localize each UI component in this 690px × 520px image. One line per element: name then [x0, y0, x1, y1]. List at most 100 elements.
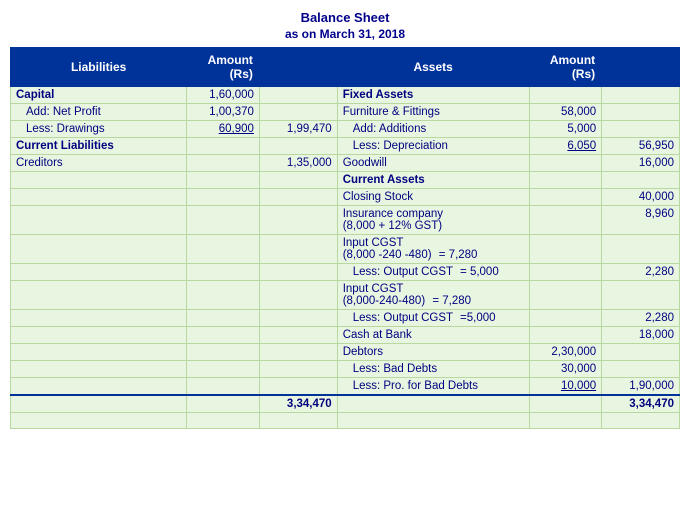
- liab-blank-15: [11, 235, 187, 264]
- debtors-value: 2,30,000: [529, 344, 602, 361]
- liab-grand-total: 3,34,470: [259, 395, 337, 413]
- table-row: Less: Output CGST = 5,000 2,280: [11, 264, 680, 281]
- asset-blank-1: [529, 87, 602, 104]
- input-cgst-eq2: = 7,280: [432, 295, 471, 307]
- asset-blank-11: [602, 235, 680, 264]
- furniture-value: 58,000: [529, 104, 602, 121]
- liab-blank-13: [187, 206, 260, 235]
- page-subtitle: as on March 31, 2018: [10, 27, 680, 41]
- asset-blank-12: [529, 264, 602, 281]
- input-cgst-total1: 2,280: [602, 264, 680, 281]
- empty-row: [11, 413, 680, 429]
- asset-blank-6: [529, 172, 602, 189]
- liab-blank-34: [187, 361, 260, 378]
- liab-blank-38: [259, 378, 337, 396]
- header-liabilities: Liabilities: [11, 48, 187, 87]
- asset-blank-3: [602, 104, 680, 121]
- liab-blank-10: [187, 189, 260, 206]
- table-row: Less: Pro. for Bad Debts 10,000 1,90,000: [11, 378, 680, 396]
- liab-blank-6: [11, 172, 187, 189]
- table-row: Insurance company (8,000 + 12% GST) 8,96…: [11, 206, 680, 235]
- input-cgst-eq1: = 7,280: [439, 249, 478, 261]
- capital-label: Capital: [11, 87, 187, 104]
- header-total-liab: [259, 48, 337, 87]
- table-row: Closing Stock 40,000: [11, 189, 680, 206]
- capital-value: 1,60,000: [187, 87, 260, 104]
- depreciation-value: 6,050: [529, 138, 602, 155]
- asset-grand-total: 3,34,470: [602, 395, 680, 413]
- asset-blank-4: [602, 121, 680, 138]
- asset-blank-15: [529, 310, 602, 327]
- asset-blank-8: [529, 189, 602, 206]
- liab-blank-22: [187, 281, 260, 310]
- liab-empty: [11, 413, 187, 429]
- bad-debts-value: 30,000: [529, 361, 602, 378]
- table-row: Creditors 1,35,000 Goodwill 16,000: [11, 155, 680, 172]
- cash-label: Cash at Bank: [337, 327, 529, 344]
- insurance-sub-text: (8,000 + 12% GST): [343, 220, 442, 232]
- input-cgst-sub1: (8,000 -240 -480): [343, 249, 432, 261]
- liab-empty3: [259, 413, 337, 429]
- asset-blank-17: [602, 344, 680, 361]
- asset-empty2: [529, 413, 602, 429]
- furniture-label: Furniture & Fittings: [337, 104, 529, 121]
- liab-blank-5: [187, 155, 260, 172]
- debtors-label: Debtors: [337, 344, 529, 361]
- current-liabilities-label: Current Liabilities: [11, 138, 187, 155]
- output-cgst-eq1: = 5,000: [460, 266, 499, 278]
- bad-debts-label: Less: Bad Debts: [337, 361, 529, 378]
- insurance-label: Insurance company (8,000 + 12% GST): [337, 206, 529, 235]
- liab-blank-1: [259, 87, 337, 104]
- liab-blank-32: [259, 344, 337, 361]
- input-cgst-total2: 2,280: [602, 310, 680, 327]
- asset-empty3: [602, 413, 680, 429]
- additions-label: Add: Additions: [337, 121, 529, 138]
- liab-blank-30: [11, 344, 187, 361]
- table-row: Less: Bad Debts 30,000: [11, 361, 680, 378]
- furniture-total: 56,950: [602, 138, 680, 155]
- goodwill-total: 16,000: [602, 155, 680, 172]
- header-total-asset: [602, 48, 680, 87]
- provision-value: 10,000: [529, 378, 602, 396]
- liab-blank-7: [187, 172, 260, 189]
- liab-blank-37: [187, 378, 260, 396]
- liab-blank-20: [259, 264, 337, 281]
- asset-blank-10: [529, 235, 602, 264]
- debtors-total: 1,90,000: [602, 378, 680, 396]
- creditors-total: 1,35,000: [259, 155, 337, 172]
- asset-blank-9: [529, 206, 602, 235]
- liab-blank-16: [187, 235, 260, 264]
- liab-blank-24: [11, 310, 187, 327]
- insurance-label-text: Insurance company: [343, 208, 443, 220]
- creditors-label: Creditors: [11, 155, 187, 172]
- table-row: Cash at Bank 18,000: [11, 327, 680, 344]
- input-cgst-text2: Input CGST: [343, 283, 404, 295]
- liab-blank-23: [259, 281, 337, 310]
- closing-stock-total: 40,000: [602, 189, 680, 206]
- liab-blank-35: [259, 361, 337, 378]
- liab-blank-3: [187, 138, 260, 155]
- input-cgst-sub2: (8,000-240-480): [343, 295, 425, 307]
- insurance-total: 8,960: [602, 206, 680, 235]
- grand-total-row: 3,34,470 3,34,470: [11, 395, 680, 413]
- liab-blank-36: [11, 378, 187, 396]
- liab-blank-19: [187, 264, 260, 281]
- additions-value: 5,000: [529, 121, 602, 138]
- liab-blank-18: [11, 264, 187, 281]
- asset-blank-13: [529, 281, 602, 310]
- net-profit-value: 1,00,370: [187, 104, 260, 121]
- drawings-label: Less: Drawings: [11, 121, 187, 138]
- liab-blank-21: [11, 281, 187, 310]
- provision-label: Less: Pro. for Bad Debts: [337, 378, 529, 396]
- table-row: Current Liabilities Less: Depreciation 6…: [11, 138, 680, 155]
- output-cgst-label2: Less: Output CGST =5,000: [337, 310, 529, 327]
- header-amount-liab: Amount(Rs): [187, 48, 260, 87]
- table-row: Less: Drawings 60,900 1,99,470 Add: Addi…: [11, 121, 680, 138]
- depreciation-label: Less: Depreciation: [337, 138, 529, 155]
- table-row: Less: Output CGST =5,000 2,280: [11, 310, 680, 327]
- capital-total: 1,99,470: [259, 121, 337, 138]
- goodwill-label: Goodwill: [337, 155, 529, 172]
- output-cgst-eq2: =5,000: [460, 312, 496, 324]
- table-row: Capital 1,60,000 Fixed Assets: [11, 87, 680, 104]
- page-title: Balance Sheet: [10, 10, 680, 25]
